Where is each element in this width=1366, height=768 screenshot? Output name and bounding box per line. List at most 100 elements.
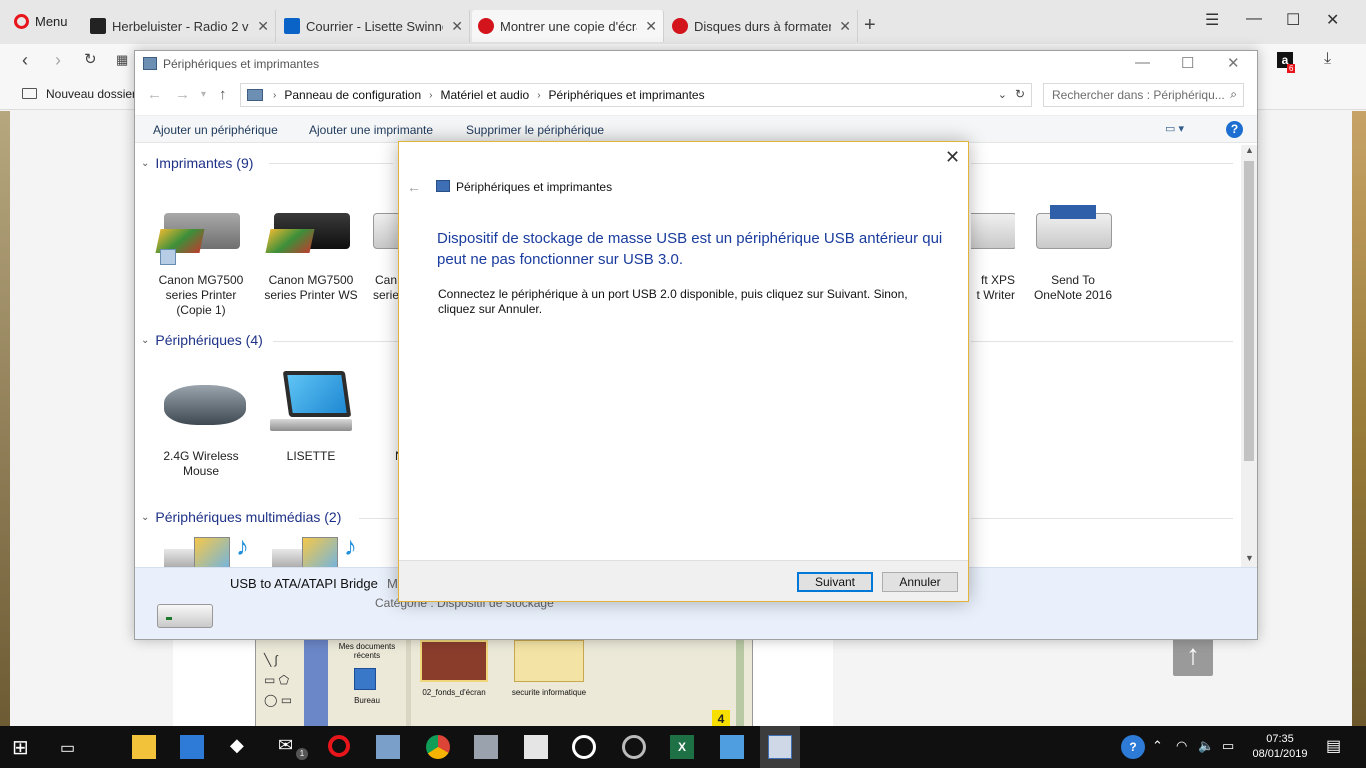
maximize-icon[interactable]: ☐ [1286, 10, 1300, 30]
chevron-up-icon[interactable]: ⌃ [1152, 738, 1163, 754]
download-icon[interactable]: ⤓ [1324, 50, 1331, 68]
printer-canon-copie1[interactable]: Canon MG7500 series Printer (Copie 1) [149, 195, 253, 318]
printer-canon-partial[interactable]: Can serie [365, 195, 399, 303]
next-button[interactable]: Suivant [797, 572, 873, 592]
change-view-icon[interactable]: ▭ ▾ [1165, 122, 1184, 135]
file-explorer-icon[interactable] [132, 735, 156, 759]
store-icon[interactable] [180, 735, 204, 759]
opera-icon[interactable] [328, 735, 350, 757]
reload-icon[interactable]: ↻ [84, 50, 97, 68]
printer-canon-ws[interactable]: Canon MG7500 series Printer WS [259, 195, 363, 303]
task-view-icon[interactable]: ▭ [60, 738, 84, 762]
recent-locations-icon[interactable]: ▾ [201, 89, 206, 100]
breadcrumb-item[interactable]: Périphériques et imprimantes [549, 88, 705, 102]
media-picture [302, 537, 338, 567]
dialog-header: Périphériques et imprimantes [456, 180, 613, 194]
back-arrow-icon[interactable]: ← [147, 86, 162, 103]
printer-onenote[interactable]: Send To OneNote 2016 [1021, 195, 1125, 303]
volume-icon[interactable]: 🔈 [1198, 738, 1214, 754]
help-tray-icon[interactable]: ? [1121, 735, 1145, 759]
close-icon[interactable]: ✕ [945, 147, 960, 168]
close-tab-icon[interactable]: ✕ [839, 18, 851, 35]
device-label: Send To [1051, 273, 1095, 287]
desktop-icon [354, 668, 376, 690]
device-label: LISETTE [286, 449, 336, 463]
speed-dial-icon[interactable]: ▦ [116, 52, 128, 68]
up-arrow-icon[interactable]: ↑ [219, 86, 227, 103]
chevron-down-icon: ⌄ [141, 334, 150, 346]
chrome-icon[interactable] [426, 735, 450, 759]
back-icon[interactable]: ‹ [22, 50, 28, 71]
windows-start-icon[interactable]: ⊞ [12, 735, 36, 759]
devices-printers-taskbar-icon[interactable] [768, 735, 792, 759]
tab-menu-icon[interactable]: ☰ [1205, 10, 1219, 30]
search-input[interactable]: Rechercher dans : Périphériqu... ⌕ [1043, 83, 1244, 107]
calendar-icon[interactable] [524, 735, 548, 759]
opera-logo-icon [14, 14, 29, 29]
window-titlebar: Périphériques et imprimantes — ☐ ✕ [135, 51, 1257, 77]
divider [971, 163, 1233, 164]
opera-menu-button[interactable]: Menu [14, 14, 68, 29]
close-tab-icon[interactable]: ✕ [451, 18, 463, 35]
scroll-thumb[interactable] [1244, 161, 1254, 461]
tab-montrer-copie[interactable]: Montrer une copie d'écran ✕ [472, 10, 664, 42]
group-header-printers[interactable]: ⌄ Imprimantes (9) [141, 155, 253, 171]
device-label: t Writer [976, 288, 1015, 302]
divider [406, 640, 411, 726]
scroll-up-icon[interactable]: ▲ [1245, 145, 1254, 155]
battery-icon[interactable]: ▭ [1222, 738, 1234, 754]
bookmark-folder[interactable]: Nouveau dossier [46, 87, 136, 101]
forward-arrow-icon[interactable]: → [175, 86, 190, 103]
forward-icon[interactable]: › [55, 50, 61, 71]
menu-label: Menu [35, 14, 68, 29]
people-icon[interactable] [376, 735, 400, 759]
device-media-2[interactable]: ♪ [265, 533, 369, 567]
device-label: serie [373, 288, 399, 302]
media-device-icon: ♪ [164, 533, 254, 567]
new-tab-icon[interactable]: + [864, 14, 876, 37]
device-wireless-mouse[interactable]: 2.4G Wireless Mouse [149, 371, 253, 479]
remove-device-button[interactable]: Supprimer le périphérique [466, 123, 604, 137]
system-clock[interactable]: 07:35 08/01/2019 [1248, 732, 1312, 762]
group-header-devices[interactable]: ⌄ Périphériques (4) [141, 332, 263, 348]
breadcrumb-item[interactable]: Matériel et audio [440, 88, 529, 102]
excel-icon[interactable]: X [670, 735, 694, 759]
printer-xps-partial[interactable]: ft XPS t Writer [971, 195, 1015, 303]
minimize-icon[interactable]: — [1135, 54, 1150, 71]
device-label: series Printer [165, 288, 237, 302]
maximize-icon[interactable]: ☐ [1181, 54, 1194, 72]
minimize-icon[interactable]: — [1246, 10, 1262, 28]
close-tab-icon[interactable]: ✕ [645, 18, 657, 35]
close-icon[interactable]: ✕ [1227, 54, 1240, 72]
scroll-down-icon[interactable]: ▼ [1245, 553, 1254, 563]
tab-disques-durs[interactable]: Disques durs à formater e ✕ [666, 10, 858, 42]
chevron-down-icon[interactable]: ⌄ [998, 88, 1007, 101]
group-header-multimedia[interactable]: ⌄ Périphériques multimédias (2) [141, 509, 341, 525]
command-bar: Ajouter un périphérique Ajouter une impr… [135, 115, 1257, 143]
close-tab-icon[interactable]: ✕ [257, 18, 269, 35]
help-icon[interactable]: ? [1226, 121, 1243, 138]
add-printer-button[interactable]: Ajouter une imprimante [309, 123, 433, 137]
printer-app-icon[interactable] [474, 735, 498, 759]
dropbox-icon[interactable]: ◆ [230, 735, 254, 759]
device-media-1[interactable]: ♪ [157, 533, 261, 567]
scroll-to-top-button[interactable]: ↑ [1173, 636, 1213, 676]
notifications-icon[interactable]: ▤ [1326, 736, 1341, 756]
media-player-icon[interactable] [572, 735, 596, 759]
wifi-icon[interactable]: ◠ [1176, 738, 1187, 754]
back-arrow-icon[interactable]: ← [407, 179, 421, 195]
tab-courrier[interactable]: Courrier - Lisette Swinnen ✕ [278, 10, 470, 42]
breadcrumb-item[interactable]: Panneau de configuration [284, 88, 421, 102]
control-panel-icon[interactable] [720, 735, 744, 759]
cancel-button[interactable]: Annuler [882, 572, 958, 592]
refresh-icon[interactable]: ↻ [1015, 87, 1025, 101]
vertical-scrollbar[interactable]: ▲ ▼ [1241, 145, 1257, 567]
breadcrumb[interactable]: › Panneau de configuration › Matériel et… [240, 83, 1032, 107]
tab-label: Herbeluister - Radio 2 via [112, 18, 250, 34]
device-lisette-laptop[interactable]: LISETTE [259, 371, 363, 464]
add-device-button[interactable]: Ajouter un périphérique [153, 123, 278, 137]
close-window-icon[interactable]: ✕ [1326, 10, 1339, 30]
sync-app-icon[interactable] [622, 735, 646, 759]
tab-radio2[interactable]: Herbeluister - Radio 2 via ✕ [84, 10, 276, 42]
paint-tools-panel: ╲ ∫ ▭ ⬠ ◯ ▭ [256, 640, 304, 726]
